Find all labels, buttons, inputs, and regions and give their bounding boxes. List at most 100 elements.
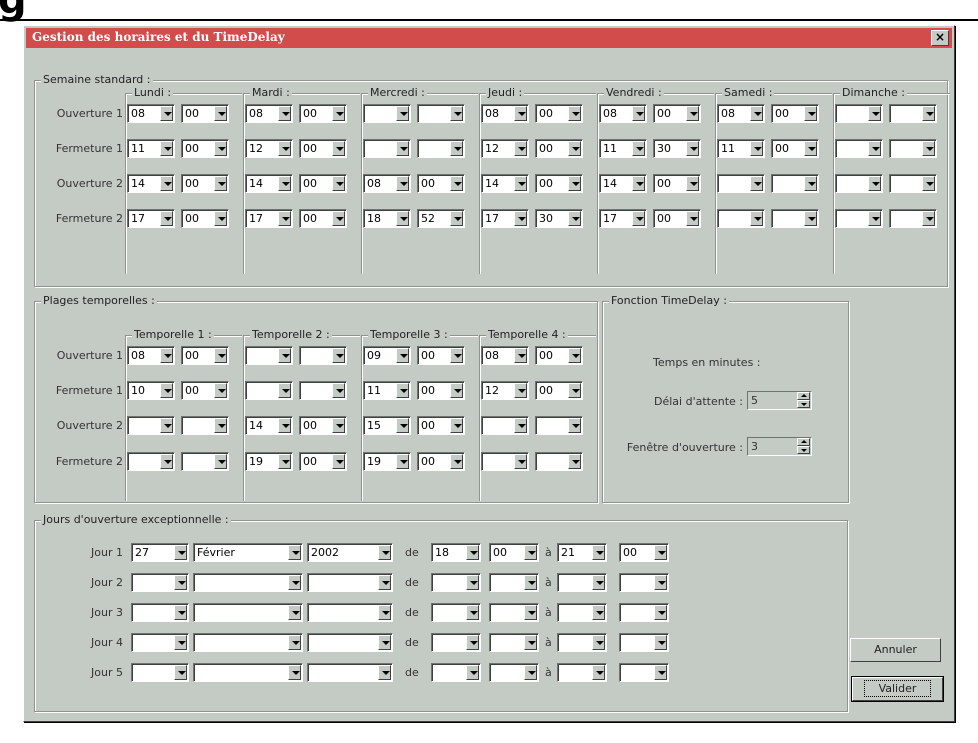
week-day-2-row-1-minute-dropdown-button[interactable] xyxy=(450,141,463,156)
exceptional-3-from-hour[interactable] xyxy=(431,633,481,652)
week-day-3-row-1-minute[interactable]: 00 xyxy=(535,139,583,158)
week-day-5-row-2-minute-dropdown-button[interactable] xyxy=(804,176,817,191)
week-day-5-row-1-minute-dropdown-button[interactable] xyxy=(804,141,817,156)
week-day-6-row-3-hour[interactable] xyxy=(835,209,883,228)
range-0-row-0-hour-dropdown-button[interactable] xyxy=(160,348,173,363)
week-day-4-row-0-hour-dropdown-button[interactable] xyxy=(632,106,645,121)
week-day-4-row-0-hour[interactable]: 08 xyxy=(599,104,647,123)
cancel-button[interactable]: Annuler xyxy=(850,638,941,662)
exceptional-0-to-hour[interactable]: 21 xyxy=(557,543,607,562)
week-day-5-row-0-minute-dropdown-button[interactable] xyxy=(804,106,817,121)
exceptional-0-to-minute-dropdown-button[interactable] xyxy=(654,545,667,560)
week-day-6-row-1-hour[interactable] xyxy=(835,139,883,158)
week-day-5-row-2-hour[interactable] xyxy=(717,174,765,193)
range-1-row-1-hour[interactable] xyxy=(245,381,293,400)
exceptional-1-from-hour[interactable] xyxy=(431,573,481,592)
week-day-0-row-1-hour[interactable]: 11 xyxy=(127,139,175,158)
week-day-6-row-0-hour-dropdown-button[interactable] xyxy=(868,106,881,121)
delay-spinner[interactable]: 5 xyxy=(747,391,812,410)
exceptional-4-from-minute-dropdown-button[interactable] xyxy=(524,665,537,680)
week-day-3-row-2-hour-dropdown-button[interactable] xyxy=(514,176,527,191)
range-2-row-2-hour-dropdown-button[interactable] xyxy=(396,418,409,433)
week-day-4-row-1-minute[interactable]: 30 xyxy=(653,139,701,158)
week-day-3-row-0-minute-dropdown-button[interactable] xyxy=(568,106,581,121)
range-2-row-0-hour[interactable]: 09 xyxy=(363,346,411,365)
week-day-2-row-1-hour-dropdown-button[interactable] xyxy=(396,141,409,156)
opening-window-increment-button[interactable] xyxy=(797,438,810,446)
exceptional-0-from-hour-dropdown-button[interactable] xyxy=(466,545,479,560)
exceptional-2-day[interactable] xyxy=(131,603,189,622)
week-day-3-row-2-minute-dropdown-button[interactable] xyxy=(568,176,581,191)
week-day-0-row-2-minute[interactable]: 00 xyxy=(181,174,229,193)
validate-button[interactable]: Valider xyxy=(851,676,944,702)
week-day-3-row-0-hour-dropdown-button[interactable] xyxy=(514,106,527,121)
range-3-row-1-hour-dropdown-button[interactable] xyxy=(514,383,527,398)
week-day-3-row-2-hour[interactable]: 14 xyxy=(481,174,529,193)
range-3-row-0-hour[interactable]: 08 xyxy=(481,346,529,365)
range-3-row-1-hour[interactable]: 12 xyxy=(481,381,529,400)
range-3-row-3-hour-dropdown-button[interactable] xyxy=(514,454,527,469)
week-day-6-row-1-minute[interactable] xyxy=(889,139,937,158)
exceptional-3-from-hour-dropdown-button[interactable] xyxy=(466,635,479,650)
exceptional-1-to-minute-dropdown-button[interactable] xyxy=(654,575,667,590)
exceptional-4-to-minute-dropdown-button[interactable] xyxy=(654,665,667,680)
exceptional-0-day[interactable]: 27 xyxy=(131,543,189,562)
week-day-2-row-3-hour[interactable]: 18 xyxy=(363,209,411,228)
range-1-row-0-minute-dropdown-button[interactable] xyxy=(332,348,345,363)
exceptional-1-from-minute-dropdown-button[interactable] xyxy=(524,575,537,590)
range-3-row-1-minute-dropdown-button[interactable] xyxy=(568,383,581,398)
range-1-row-3-minute[interactable]: 00 xyxy=(299,452,347,471)
range-3-row-0-hour-dropdown-button[interactable] xyxy=(514,348,527,363)
week-day-5-row-3-minute-dropdown-button[interactable] xyxy=(804,211,817,226)
range-0-row-2-hour-dropdown-button[interactable] xyxy=(160,418,173,433)
range-1-row-1-hour-dropdown-button[interactable] xyxy=(278,383,291,398)
range-0-row-1-hour[interactable]: 10 xyxy=(127,381,175,400)
week-day-0-row-3-hour[interactable]: 17 xyxy=(127,209,175,228)
exceptional-0-year-dropdown-button[interactable] xyxy=(378,545,391,560)
week-day-1-row-2-hour[interactable]: 14 xyxy=(245,174,293,193)
range-2-row-1-hour[interactable]: 11 xyxy=(363,381,411,400)
exceptional-1-from-minute[interactable] xyxy=(489,573,539,592)
range-1-row-3-hour[interactable]: 19 xyxy=(245,452,293,471)
week-day-4-row-1-minute-dropdown-button[interactable] xyxy=(686,141,699,156)
range-2-row-3-hour[interactable]: 19 xyxy=(363,452,411,471)
week-day-0-row-0-hour[interactable]: 08 xyxy=(127,104,175,123)
week-day-1-row-1-hour[interactable]: 12 xyxy=(245,139,293,158)
range-2-row-0-minute-dropdown-button[interactable] xyxy=(450,348,463,363)
week-day-1-row-0-minute[interactable]: 00 xyxy=(299,104,347,123)
range-1-row-2-minute[interactable]: 00 xyxy=(299,416,347,435)
exceptional-2-from-hour-dropdown-button[interactable] xyxy=(466,605,479,620)
exceptional-2-day-dropdown-button[interactable] xyxy=(174,605,187,620)
week-day-0-row-3-minute[interactable]: 00 xyxy=(181,209,229,228)
exceptional-1-to-hour[interactable] xyxy=(557,573,607,592)
range-2-row-3-hour-dropdown-button[interactable] xyxy=(396,454,409,469)
exceptional-3-day-dropdown-button[interactable] xyxy=(174,635,187,650)
week-day-1-row-2-minute[interactable]: 00 xyxy=(299,174,347,193)
exceptional-0-from-minute[interactable]: 00 xyxy=(489,543,539,562)
week-day-1-row-0-hour-dropdown-button[interactable] xyxy=(278,106,291,121)
week-day-3-row-0-minute[interactable]: 00 xyxy=(535,104,583,123)
range-1-row-3-minute-dropdown-button[interactable] xyxy=(332,454,345,469)
exceptional-4-from-minute[interactable] xyxy=(489,663,539,682)
week-day-3-row-1-minute-dropdown-button[interactable] xyxy=(568,141,581,156)
range-2-row-3-minute[interactable]: 00 xyxy=(417,452,465,471)
week-day-5-row-3-hour-dropdown-button[interactable] xyxy=(750,211,763,226)
exceptional-3-to-hour-dropdown-button[interactable] xyxy=(592,635,605,650)
week-day-1-row-3-hour[interactable]: 17 xyxy=(245,209,293,228)
exceptional-0-month-dropdown-button[interactable] xyxy=(288,545,301,560)
range-2-row-2-hour[interactable]: 15 xyxy=(363,416,411,435)
week-day-0-row-0-hour-dropdown-button[interactable] xyxy=(160,106,173,121)
opening-window-decrement-button[interactable] xyxy=(797,446,810,454)
range-1-row-3-hour-dropdown-button[interactable] xyxy=(278,454,291,469)
exceptional-3-month[interactable] xyxy=(193,633,303,652)
week-day-3-row-3-hour[interactable]: 17 xyxy=(481,209,529,228)
week-day-1-row-2-hour-dropdown-button[interactable] xyxy=(278,176,291,191)
week-day-2-row-1-minute[interactable] xyxy=(417,139,465,158)
week-day-0-row-2-hour-dropdown-button[interactable] xyxy=(160,176,173,191)
exceptional-2-year[interactable] xyxy=(307,603,393,622)
week-day-1-row-0-hour[interactable]: 08 xyxy=(245,104,293,123)
exceptional-1-year-dropdown-button[interactable] xyxy=(378,575,391,590)
range-2-row-1-minute-dropdown-button[interactable] xyxy=(450,383,463,398)
week-day-4-row-2-hour-dropdown-button[interactable] xyxy=(632,176,645,191)
exceptional-4-day-dropdown-button[interactable] xyxy=(174,665,187,680)
